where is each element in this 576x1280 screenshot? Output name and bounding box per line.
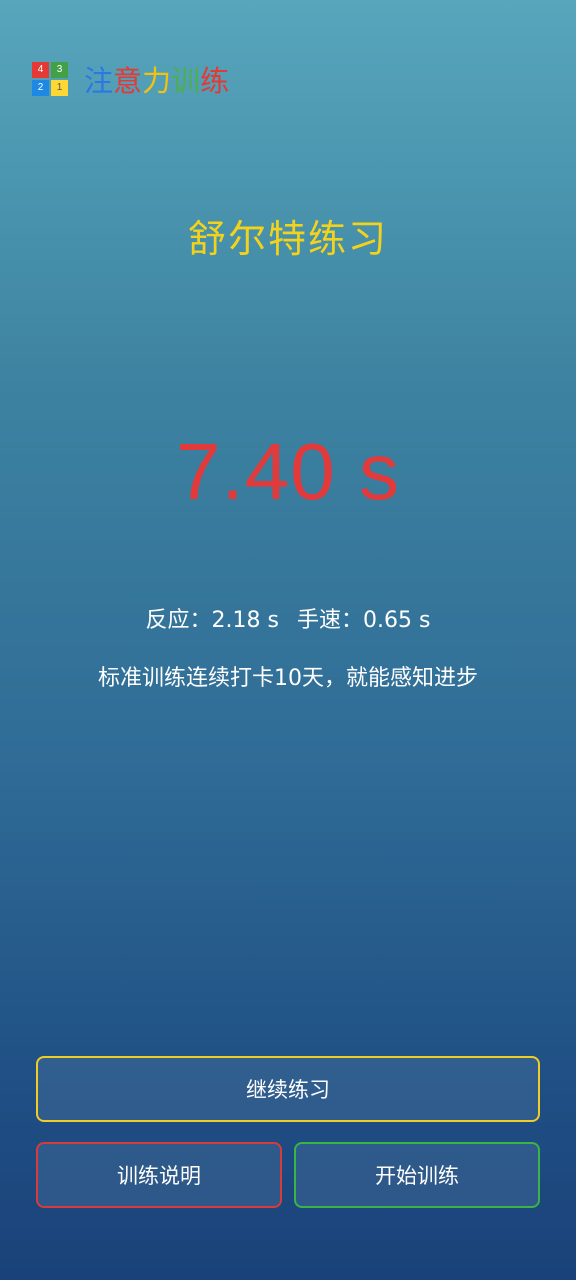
app-title: 注意力训练 xyxy=(84,58,229,100)
app-title-char: 练 xyxy=(200,64,230,98)
continue-practice-label: 继续练习 xyxy=(246,1078,330,1102)
app-title-char: 力 xyxy=(142,64,172,98)
total-time: 7.40 s xyxy=(176,427,400,516)
training-instructions-button[interactable]: 训练说明 xyxy=(36,1142,282,1208)
logo-cell-2: 2 xyxy=(32,80,49,96)
logo-cell-1: 1 xyxy=(51,80,68,96)
logo-cell-4: 4 xyxy=(32,62,49,78)
app-title-char: 训 xyxy=(171,64,201,98)
app-title-char: 注 xyxy=(84,64,114,98)
continue-practice-button[interactable]: 继续练习 xyxy=(36,1056,540,1122)
reaction-time: 反应：2.18 s xyxy=(145,608,279,633)
logo-cell-3: 3 xyxy=(51,62,68,78)
start-training-button[interactable]: 开始训练 xyxy=(294,1142,540,1208)
mode-title: 舒尔特练习 xyxy=(187,217,388,261)
hand-speed: 手速：0.65 s xyxy=(297,608,431,633)
app-title-char: 意 xyxy=(113,64,143,98)
logo-grid-icon: 4 3 2 1 xyxy=(32,62,68,96)
stats-line: 反应：2.18 s 手速：0.65 s xyxy=(0,602,576,634)
training-tip: 标准训练连续打卡10天，就能感知进步 xyxy=(98,666,478,691)
app-logo: 4 3 2 1 注意力训练 xyxy=(32,58,229,100)
training-instructions-label: 训练说明 xyxy=(117,1164,201,1188)
start-training-label: 开始训练 xyxy=(375,1164,459,1188)
